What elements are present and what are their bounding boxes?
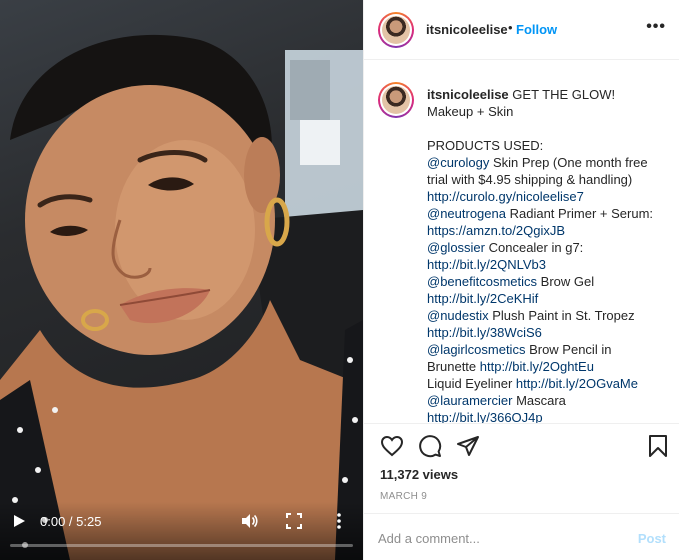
view-count[interactable]: 11,372 views <box>380 467 458 482</box>
product-url-link[interactable]: http://bit.ly/366OJ4p <box>427 410 543 423</box>
mention-link[interactable]: @curology <box>427 155 489 170</box>
product-url-link[interactable]: http://bit.ly/38WciS6 <box>427 325 542 340</box>
caption-avatar[interactable] <box>378 82 414 118</box>
caption-area[interactable]: itsnicoleelise GET THE GLOW! Makeup + Sk… <box>364 60 679 424</box>
video-player[interactable]: 0:00 / 5:25 <box>0 0 363 560</box>
comment-input[interactable] <box>378 528 618 548</box>
add-comment-section: Post <box>364 515 679 560</box>
caption-text: itsnicoleelise GET THE GLOW! Makeup + Sk… <box>427 86 663 423</box>
product-line: @lagirlcosmetics Brow Pencil in Brunette… <box>427 341 663 375</box>
product-line: @benefitcosmetics Brow Gel http://bit.ly… <box>427 273 663 307</box>
mention-link[interactable]: @benefitcosmetics <box>427 274 537 289</box>
product-url-link[interactable]: http://bit.ly/2QNLVb3 <box>427 257 546 272</box>
volume-icon[interactable] <box>240 512 258 530</box>
fullscreen-icon[interactable] <box>286 513 302 529</box>
play-icon[interactable] <box>12 514 26 528</box>
product-url-link[interactable]: http://curolo.gy/nicoleelise7 <box>427 189 584 204</box>
product-url-link[interactable]: http://bit.ly/2OghtEu <box>480 359 594 374</box>
product-text: Mascara <box>512 393 566 408</box>
video-frame-image <box>0 34 363 560</box>
comment-icon[interactable] <box>418 434 442 458</box>
post-side-panel: itsnicoleelise • Follow ••• itsnicoleeli… <box>363 0 679 560</box>
product-line: @nudestix Plush Paint in St. Tropez http… <box>427 307 663 341</box>
product-line: Liquid Eyeliner http://bit.ly/2OGvaMe <box>427 375 663 392</box>
mention-link[interactable]: @glossier <box>427 240 485 255</box>
post-comment-button[interactable]: Post <box>638 531 666 546</box>
product-line: @lauramercier Mascara http://bit.ly/366O… <box>427 392 663 423</box>
product-url-link[interactable]: https://amzn.to/2QgixJB <box>427 223 565 238</box>
video-progress-bar[interactable] <box>10 544 353 547</box>
product-line: @glossier Concealer in g7: http://bit.ly… <box>427 239 663 273</box>
more-vertical-icon[interactable] <box>334 512 344 530</box>
mention-link[interactable]: @neutrogena <box>427 206 506 221</box>
products-heading: PRODUCTS USED: <box>427 138 544 153</box>
mention-link[interactable]: @nudestix <box>427 308 489 323</box>
more-options-icon[interactable]: ••• <box>646 18 666 36</box>
header-separator: • <box>508 20 513 35</box>
product-text: Plush Paint in St. Tropez <box>488 308 635 323</box>
mention-link[interactable]: @lauramercier <box>427 393 512 408</box>
post-date: MARCH 9 <box>380 491 428 502</box>
caption-username[interactable]: itsnicoleelise <box>427 87 509 102</box>
follow-button[interactable]: Follow <box>516 22 557 37</box>
heart-icon[interactable] <box>380 434 404 458</box>
product-text: Concealer in g7: <box>485 240 584 255</box>
share-icon[interactable] <box>456 434 480 458</box>
product-text: Brow Gel <box>537 274 595 289</box>
mention-link[interactable]: @lagirlcosmetics <box>427 342 525 357</box>
product-url-link[interactable]: http://bit.ly/2CeKHif <box>427 291 538 306</box>
product-text: Liquid Eyeliner <box>427 376 516 391</box>
product-line: @neutrogena Radiant Primer + Serum: http… <box>427 205 663 239</box>
post-actions: 11,372 views MARCH 9 <box>364 424 679 514</box>
product-url-link[interactable]: http://bit.ly/2OGvaMe <box>516 376 638 391</box>
product-line: @curology Skin Prep (One month free tria… <box>427 154 663 205</box>
header-username[interactable]: itsnicoleelise <box>426 22 508 37</box>
product-text: Radiant Primer + Serum: <box>505 206 654 221</box>
avatar[interactable] <box>378 12 414 48</box>
bookmark-icon[interactable] <box>646 434 670 458</box>
video-time-display: 0:00 / 5:25 <box>40 514 102 529</box>
video-controls-bar <box>0 502 363 560</box>
post-header: itsnicoleelise • Follow ••• <box>364 0 679 60</box>
